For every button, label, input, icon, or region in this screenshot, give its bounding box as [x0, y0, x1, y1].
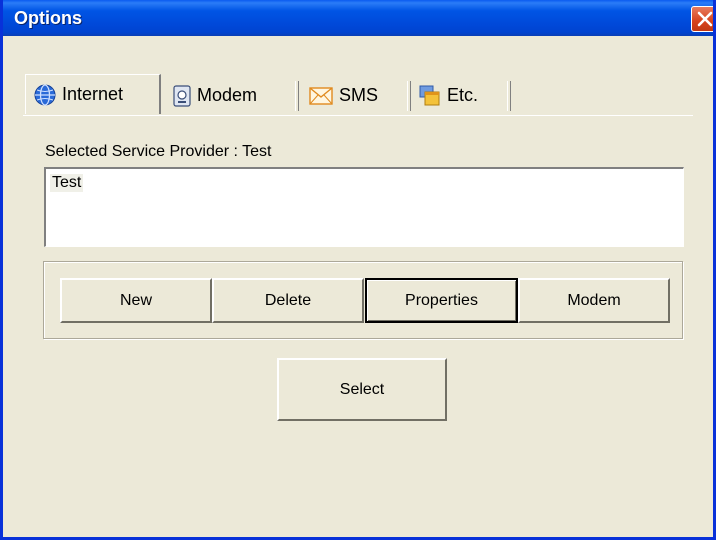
selected-provider-label: Selected Service Provider : Test: [45, 143, 272, 160]
modem-icon: [173, 84, 191, 107]
new-button[interactable]: New: [60, 278, 212, 323]
envelope-icon: [309, 86, 333, 105]
tab-modem[interactable]: Modem: [167, 77, 295, 114]
provider-listbox[interactable]: Test: [44, 167, 684, 247]
globe-icon: [34, 83, 56, 106]
delete-button[interactable]: Delete: [212, 278, 364, 323]
tab-internet-label: Internet: [62, 84, 124, 104]
tab-etc-label: Etc.: [447, 85, 479, 105]
properties-button[interactable]: Properties: [365, 278, 518, 323]
tab-sms-label: SMS: [339, 85, 379, 105]
select-button[interactable]: Select: [277, 358, 447, 421]
modem-button[interactable]: Modem: [518, 278, 670, 323]
list-item[interactable]: Test: [50, 174, 84, 192]
tab-etc[interactable]: Etc.: [413, 77, 509, 114]
tab-modem-label: Modem: [197, 85, 258, 105]
tab-separator: [407, 81, 411, 111]
options-dialog: Options Internet Modem SMS Etc. Selected…: [0, 0, 716, 540]
provider-actions-group: New Delete Properties Modem: [43, 261, 683, 339]
window-title: Options: [14, 8, 82, 28]
windows-icon: [419, 85, 440, 105]
tab-internet[interactable]: Internet: [25, 74, 161, 114]
title-bar[interactable]: Options: [3, 0, 713, 36]
close-button[interactable]: [691, 6, 713, 32]
close-icon: [697, 11, 713, 27]
tab-separator: [295, 81, 299, 111]
tab-sms[interactable]: SMS: [301, 77, 407, 114]
tab-panel-edge: [23, 115, 693, 116]
tab-separator: [507, 81, 511, 111]
